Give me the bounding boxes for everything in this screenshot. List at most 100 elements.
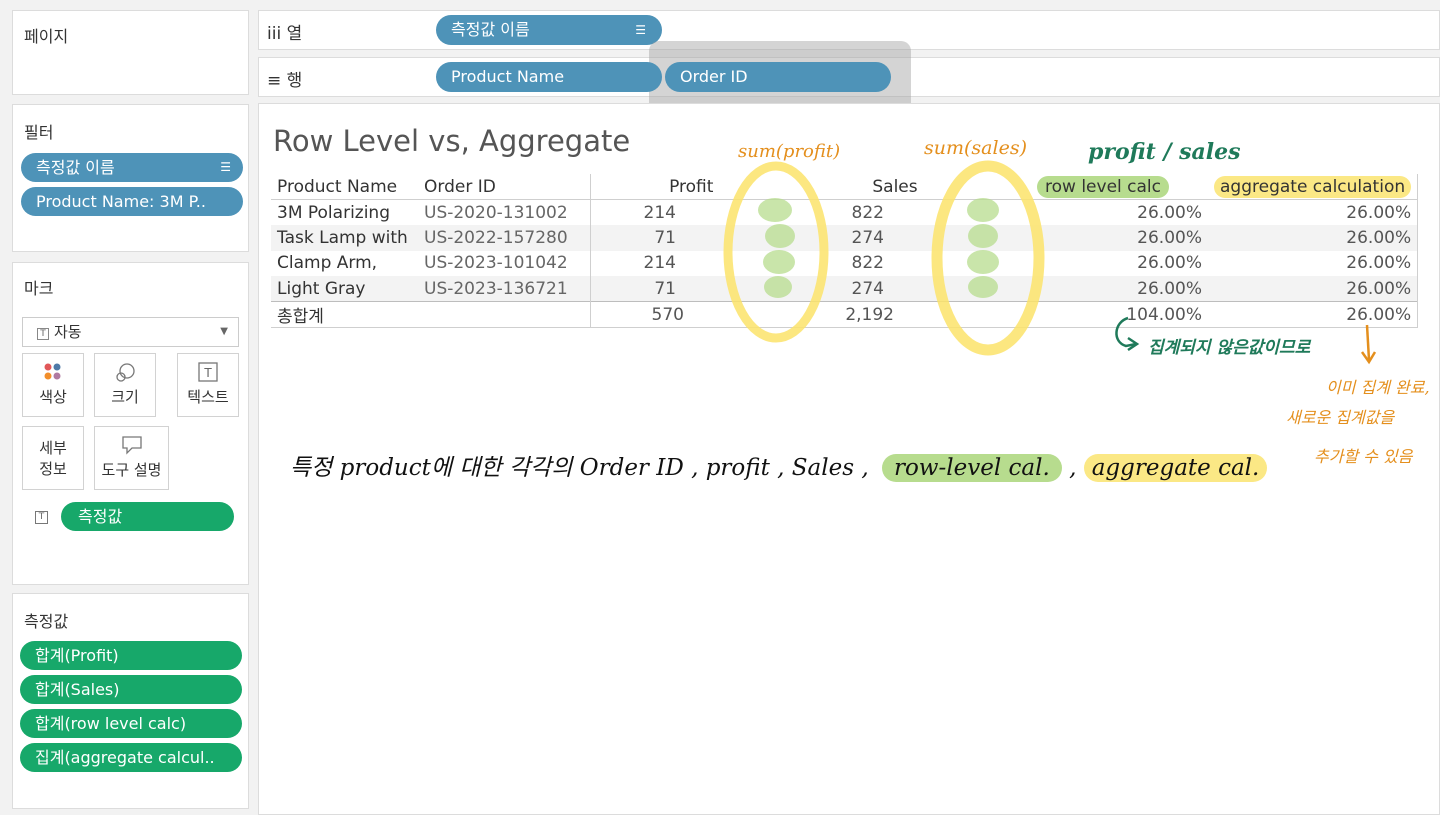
cell-aggregate-calc: 26.00% xyxy=(1208,199,1419,225)
text-icon: T xyxy=(178,354,238,386)
header-aggregate-calc[interactable]: aggregate calculation xyxy=(1208,174,1419,200)
annotation-already-aggregated-3: 추가할 수 있음 xyxy=(1314,447,1413,466)
header-profit[interactable]: Profit xyxy=(590,174,792,200)
filter-pill-label: Product Name: 3M P.. xyxy=(36,192,206,211)
tooltip-button-label: 도구 설명 xyxy=(101,461,162,479)
speech-bubble-icon xyxy=(95,427,168,459)
total-aggregate-calc: 26.00% xyxy=(1208,301,1419,328)
rows-pill-label: Order ID xyxy=(680,67,748,86)
table-row: Clamp Arm, US-2023-101042 214 822 26.00%… xyxy=(271,250,1419,277)
cell-product[interactable]: Task Lamp with xyxy=(271,225,418,251)
annotation-bottom-prefix: 특정 product에 대한 각각의 Order ID , profit , S… xyxy=(290,455,869,481)
cell-profit: 214 xyxy=(643,253,676,274)
annotation-sum-sales: sum(sales) xyxy=(924,137,1027,159)
total-sales: 2,192 xyxy=(792,301,998,328)
columns-pill-label: 측정값 이름 xyxy=(451,20,530,39)
mark-type-value: 자동 xyxy=(54,323,82,341)
total-row-level-calc: 104.00% xyxy=(998,301,1208,328)
sort-icon: ☰ xyxy=(220,160,231,174)
measure-pill-label: 합계(Profit) xyxy=(35,646,119,665)
header-sales[interactable]: Sales xyxy=(792,174,998,200)
tooltip-button[interactable]: 도구 설명 xyxy=(94,426,169,490)
filters-panel: 필터 측정값 이름 ☰ Product Name: 3M P.. xyxy=(12,104,249,252)
cell-sales: 274 xyxy=(792,225,998,251)
table-row: 3M Polarizing US-2020-131002 214 822 26.… xyxy=(271,199,1419,226)
mark-type-dropdown[interactable]: T 자동 ▼ xyxy=(22,317,239,347)
sort-icon: ☰ xyxy=(635,23,646,37)
size-icon xyxy=(95,354,155,386)
measure-pill-sales[interactable]: 합계(Sales) xyxy=(20,675,242,704)
color-button[interactable]: 색상 xyxy=(22,353,84,417)
marks-measure-pill-label: 측정값 xyxy=(78,507,123,526)
measure-pill-label: 집계(aggregate calcul.. xyxy=(35,748,215,767)
cell-order-id[interactable]: US-2023-136721 xyxy=(418,276,591,302)
grand-total-empty xyxy=(418,301,591,328)
size-button-label: 크기 xyxy=(111,388,139,406)
annotation-profit-sales: profit / sales xyxy=(1088,139,1241,165)
header-row-level-calc[interactable]: row level calc xyxy=(998,174,1208,200)
size-button[interactable]: 크기 xyxy=(94,353,156,417)
color-button-label: 색상 xyxy=(39,388,67,406)
cell-product[interactable]: Light Gray xyxy=(271,276,418,302)
filter-pill-measure-names[interactable]: 측정값 이름 ☰ xyxy=(21,153,243,182)
measure-values-title: 측정값 xyxy=(24,612,69,631)
pages-title: 페이지 xyxy=(24,27,69,46)
color-dots-icon xyxy=(23,354,83,386)
chevron-down-icon: ▼ xyxy=(220,326,228,337)
cell-row-level-calc: 26.00% xyxy=(1137,253,1202,274)
detail-button-label-2: 정보 xyxy=(39,460,67,478)
rows-pill-product-name[interactable]: Product Name xyxy=(436,62,662,92)
total-profit: 570 xyxy=(590,301,792,328)
cell-row-level-calc: 26.00% xyxy=(998,276,1208,302)
rows-pill-order-id[interactable]: Order ID xyxy=(665,62,891,92)
detail-button[interactable]: 세부 정보 xyxy=(22,426,84,490)
annotation-bottom-line: 특정 product에 대한 각각의 Order ID , profit , S… xyxy=(290,448,1268,482)
text-button[interactable]: T 텍스트 xyxy=(177,353,239,417)
cell-profit: 214 xyxy=(643,202,676,223)
filter-pill-label: 측정값 이름 xyxy=(36,158,115,177)
viz-title: Row Level vs, Aggregate xyxy=(273,124,631,158)
rows-pill-label: Product Name xyxy=(451,67,565,86)
cell-aggregate-calc: 26.00% xyxy=(1208,276,1419,302)
text-button-label: 텍스트 xyxy=(187,388,229,406)
measure-values-panel: 측정값 합계(Profit) 합계(Sales) 합계(row level ca… xyxy=(12,593,249,809)
cell-order-id[interactable]: US-2020-131002 xyxy=(418,199,591,225)
measure-pill-aggregate-calc[interactable]: 집계(aggregate calcul.. xyxy=(20,743,242,772)
cell-product[interactable]: 3M Polarizing xyxy=(271,200,418,226)
cell-aggregate-calc: 26.00% xyxy=(1208,250,1419,276)
annotation-bottom-rlc: row-level cal. xyxy=(881,454,1062,482)
cell-sales: 822 xyxy=(851,202,884,223)
measure-pill-profit[interactable]: 합계(Profit) xyxy=(20,641,242,670)
header-order-id[interactable]: Order ID xyxy=(418,174,591,200)
header-row: Product Name Order ID Profit Sales row l… xyxy=(271,174,1419,200)
pages-panel: 페이지 xyxy=(12,10,249,95)
text-mark-icon: T xyxy=(37,328,49,340)
cell-profit: 71 xyxy=(590,276,792,302)
rows-shelf[interactable]: ≡ 행 Product Name Order ID xyxy=(258,41,1440,118)
crosstab: Product Name Order ID Profit Sales row l… xyxy=(271,174,1419,328)
annotation-already-aggregated-1: 이미 집계 완료, xyxy=(1326,378,1430,397)
columns-pill-measure-names[interactable]: 측정값 이름 ☰ xyxy=(436,15,662,45)
cell-aggregate-calc: 26.00% xyxy=(1208,225,1419,251)
detail-button-label-1: 세부 xyxy=(39,439,67,457)
grand-total-row: 총합계 570 2,192 104.00% 26.00% xyxy=(271,301,1419,328)
annotation-sum-profit: sum(profit) xyxy=(738,141,841,162)
filter-pill-product-name[interactable]: Product Name: 3M P.. xyxy=(21,187,243,216)
columns-shelf-label: iii 열 xyxy=(267,24,303,44)
cell-order-id[interactable]: US-2023-101042 xyxy=(418,250,591,276)
cell-product[interactable]: Clamp Arm, xyxy=(271,251,418,277)
annotation-bottom-agg: aggregate cal. xyxy=(1083,454,1268,482)
annotation-not-aggregated: 집계되지 않은값이므로 xyxy=(1148,338,1311,358)
table-row: Task Lamp with US-2022-157280 71 274 26.… xyxy=(271,225,1419,251)
annotation-already-aggregated-2: 새로운 집계값을 xyxy=(1286,408,1395,427)
marks-title: 마크 xyxy=(24,279,54,298)
columns-icon: iii xyxy=(267,24,282,44)
marks-measure-pill[interactable]: 측정값 xyxy=(61,502,234,531)
filters-title: 필터 xyxy=(24,123,54,142)
rows-icon: ≡ xyxy=(267,71,282,91)
measure-pill-row-level-calc[interactable]: 합계(row level calc) xyxy=(20,709,242,738)
header-product-name[interactable]: Product Name xyxy=(271,174,418,200)
marks-panel: 마크 T 자동 ▼ 색상 크기 T 텍스트 세부 정보 도구 설명 T 측정값 xyxy=(12,262,249,585)
cell-sales: 274 xyxy=(792,276,998,302)
cell-order-id[interactable]: US-2022-157280 xyxy=(418,225,591,251)
